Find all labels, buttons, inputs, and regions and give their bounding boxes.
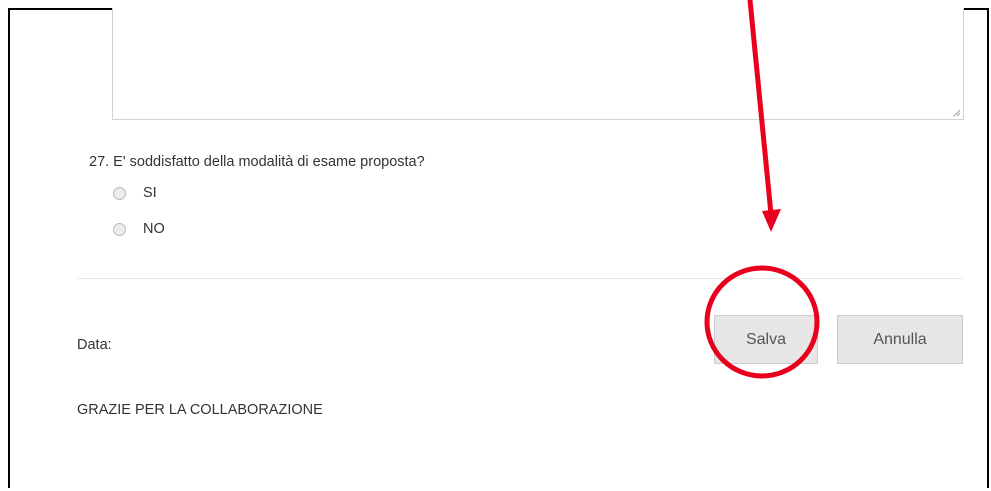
radio-label-si: SI <box>143 185 157 201</box>
thanks-message: GRAZIE PER LA COLLABORAZIONE <box>77 402 323 418</box>
question-27-label: 27. E' soddisfatto della modalità di esa… <box>89 154 425 170</box>
comment-textarea[interactable] <box>112 8 964 120</box>
radio-no[interactable] <box>113 222 126 236</box>
radio-si[interactable] <box>113 186 126 200</box>
radio-label-no: NO <box>143 221 165 237</box>
radio-option-no[interactable]: NO <box>113 220 165 238</box>
section-divider <box>77 278 962 279</box>
resize-grip-icon[interactable] <box>953 109 961 117</box>
cancel-button[interactable]: Annulla <box>837 315 963 364</box>
radio-option-si[interactable]: SI <box>113 184 157 202</box>
date-label: Data: <box>77 337 112 353</box>
save-button[interactable]: Salva <box>714 315 818 364</box>
